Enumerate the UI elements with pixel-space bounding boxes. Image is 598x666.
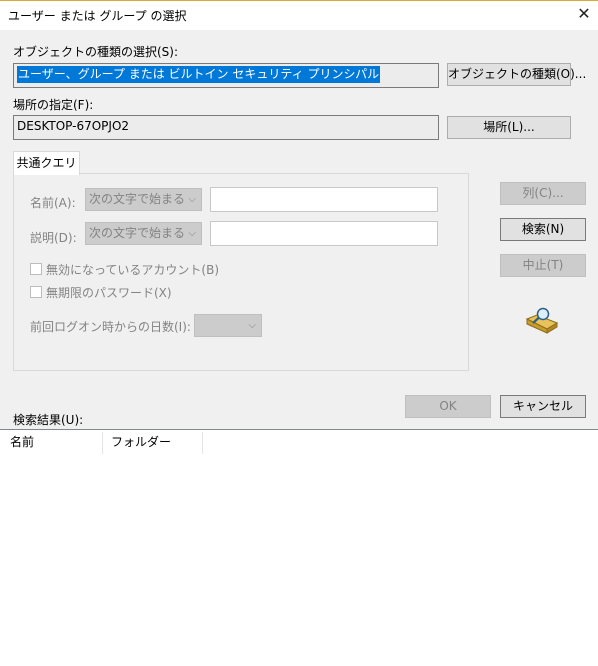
object-types-button[interactable]: オブジェクトの種類(O)... (447, 63, 586, 86)
object-types-field: ユーザー、グループ または ビルトイン セキュリティ プリンシパル (13, 63, 439, 88)
column-separator[interactable] (202, 432, 203, 454)
location-field: DESKTOP-67OPJO2 (13, 115, 439, 140)
name-mode-select: 次の文字で始まる ⌵ (85, 188, 202, 211)
column-header-folder[interactable]: フォルダー (103, 430, 202, 455)
name-mode-value: 次の文字で始まる (89, 192, 186, 206)
location-label: 場所の指定(F): (13, 98, 94, 112)
search-folder-icon (524, 305, 560, 335)
non-expiring-password-checkbox (30, 286, 42, 298)
tab-common-query[interactable]: 共通クエリ (13, 151, 80, 175)
search-results-label: 検索結果(U): (13, 413, 84, 427)
location-value: DESKTOP-67OPJO2 (17, 119, 130, 133)
ok-button: OK (405, 395, 491, 418)
disabled-accounts-label: 無効になっているアカウント(B) (46, 263, 219, 277)
name-input[interactable] (210, 187, 438, 212)
chevron-down-icon: ⌵ (188, 194, 196, 205)
stop-button: 中止(T) (500, 254, 586, 277)
close-icon[interactable]: ✕ (574, 4, 594, 24)
search-button[interactable]: 検索(N) (500, 218, 586, 241)
search-results-list[interactable] (0, 429, 598, 666)
cancel-button[interactable]: キャンセル (500, 395, 586, 418)
description-input[interactable] (210, 221, 438, 246)
disabled-accounts-checkbox (30, 263, 42, 275)
days-since-logon-select: ⌵ (194, 314, 262, 337)
object-types-label: オブジェクトの種類の選択(S): (13, 45, 179, 59)
non-expiring-password-label: 無期限のパスワード(X) (46, 286, 172, 300)
window-title: ユーザー または グループ の選択 (8, 9, 187, 23)
columns-button: 列(C)... (500, 182, 586, 205)
description-mode-select: 次の文字で始まる ⌵ (85, 222, 202, 245)
days-since-logon-label: 前回ログオン時からの日数(I): (30, 320, 191, 334)
chevron-down-icon: ⌵ (188, 228, 196, 239)
column-header-name[interactable]: 名前 (2, 430, 102, 455)
location-button[interactable]: 場所(L)... (447, 116, 571, 139)
description-mode-value: 次の文字で始まる (89, 226, 186, 240)
chevron-down-icon: ⌵ (248, 320, 256, 331)
name-label: 名前(A): (30, 196, 76, 210)
object-types-value: ユーザー、グループ または ビルトイン セキュリティ プリンシパル (17, 66, 381, 83)
description-label: 説明(D): (30, 231, 77, 245)
